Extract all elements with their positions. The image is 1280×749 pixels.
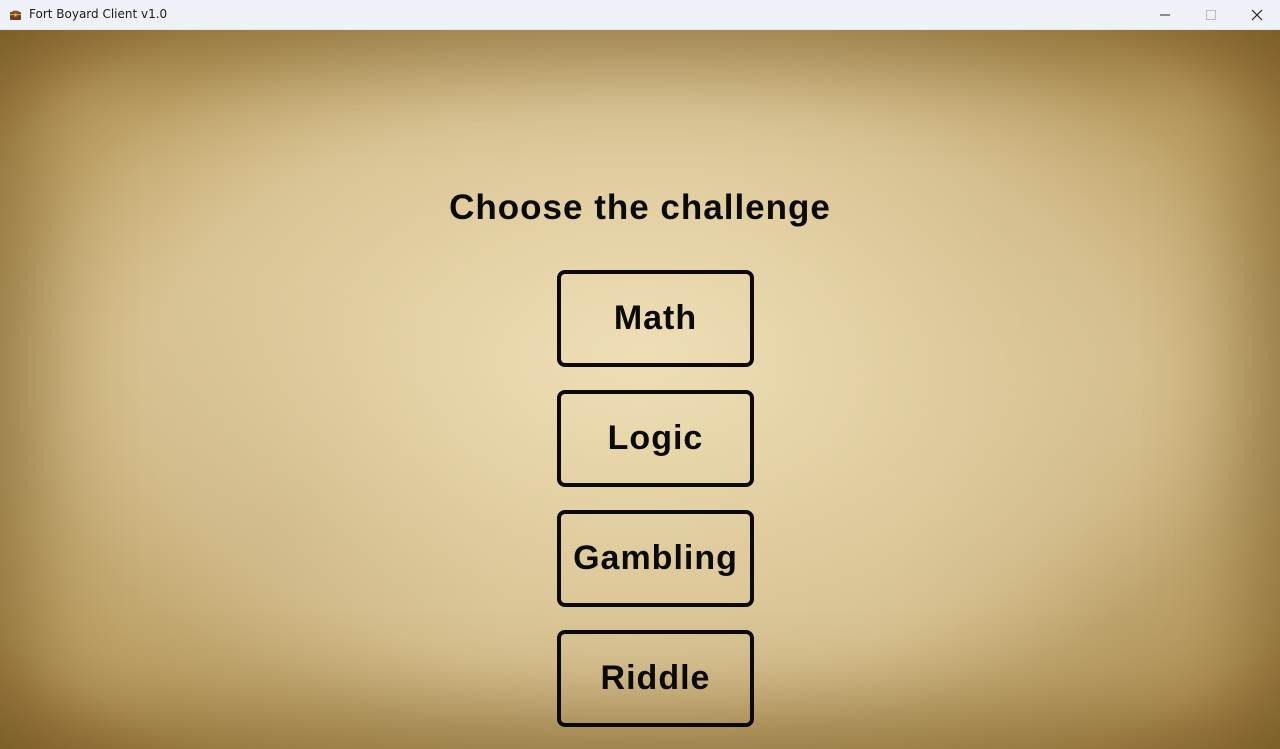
logic-button[interactable]: Logic <box>557 390 754 487</box>
minimize-button[interactable] <box>1142 0 1188 29</box>
app-window: Fort Boyard Client v1.0 Choose the chall… <box>0 0 1280 749</box>
window-title: Fort Boyard Client v1.0 <box>29 7 168 21</box>
gambling-button[interactable]: Gambling <box>557 510 754 607</box>
close-button[interactable] <box>1234 0 1280 29</box>
page-title: Choose the challenge <box>449 188 831 227</box>
maximize-icon <box>1206 9 1216 20</box>
minimize-icon <box>1160 10 1170 20</box>
treasure-chest-icon <box>9 8 22 21</box>
maximize-button[interactable] <box>1188 0 1234 29</box>
title-bar[interactable]: Fort Boyard Client v1.0 <box>0 0 1280 30</box>
riddle-button[interactable]: Riddle <box>557 630 754 727</box>
close-icon <box>1251 9 1263 21</box>
math-button[interactable]: Math <box>557 270 754 367</box>
parchment-background: Choose the challenge Math Logic Gambling… <box>0 30 1280 749</box>
